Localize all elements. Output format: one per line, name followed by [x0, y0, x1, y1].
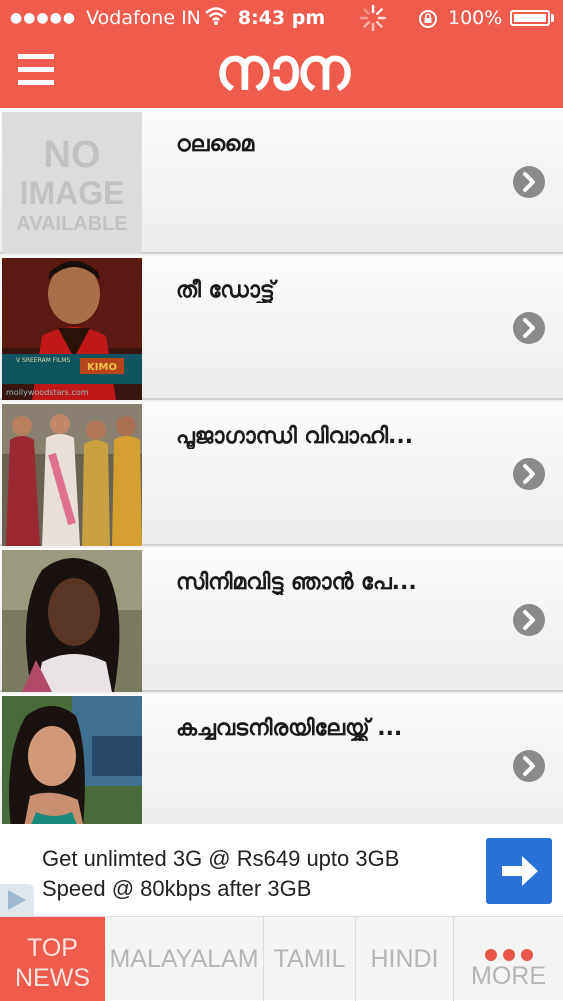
list-item[interactable]: NO IMAGE AVAILABLE ഠലമൈ	[0, 110, 563, 254]
activity-spinner-icon	[359, 4, 387, 32]
battery-tip	[551, 14, 554, 22]
actress-photo-thumbnail	[2, 696, 142, 824]
chevron-right-circle-icon[interactable]	[513, 604, 545, 636]
ad-line-1: Get unlimted 3G @ Rs649 upto 3GB	[42, 846, 400, 871]
no-image-text: NO	[44, 134, 101, 176]
list-item-title: സിനിമവിട്ടു ഞാൻ പേ...	[176, 570, 417, 595]
no-image-thumbnail: NO IMAGE AVAILABLE	[2, 112, 142, 254]
list-item-title: ഠലമൈ	[176, 132, 255, 157]
no-image-text: IMAGE	[20, 175, 125, 211]
tab-label: MALAYALAM	[109, 945, 259, 973]
thumbnail-caption: mollywoodstars.com	[6, 388, 89, 397]
list-item-title: പൂജാഗാന്ധി വിവാഹി...	[176, 424, 414, 449]
battery-icon	[510, 10, 550, 26]
tab-label: TAMIL	[273, 945, 346, 973]
bottom-tab-bar: TOP NEWS MALAYALAM TAMIL HINDI MORE	[0, 916, 563, 1001]
list-item[interactable]: സിനിമവിട്ടു ഞാൻ പേ...	[0, 548, 563, 692]
tab-malayalam[interactable]: MALAYALAM	[105, 917, 264, 1001]
actor-photo-thumbnail: V SREERAM FILMS KIMO mollywoodstars.com	[2, 258, 142, 400]
adchoices-icon[interactable]	[0, 884, 34, 916]
chevron-right-circle-icon[interactable]	[513, 750, 545, 782]
arrow-right-icon	[502, 856, 538, 886]
list-item[interactable]: പൂജാഗാന്ധി വിവാഹി...	[0, 402, 563, 546]
list-item[interactable]: V SREERAM FILMS KIMO mollywoodstars.com …	[0, 256, 563, 400]
group-photo-thumbnail	[2, 404, 142, 546]
status-bar: ●●●●● Vodafone IN 8:43 pm 100%	[0, 0, 563, 36]
no-image-text: AVAILABLE	[16, 213, 127, 235]
list-item-title: തീ ഡോട്ട്സ്	[176, 278, 275, 303]
tab-top-news[interactable]: TOP NEWS	[0, 917, 105, 1001]
tab-tamil[interactable]: TAMIL	[264, 917, 356, 1001]
chevron-right-circle-icon[interactable]	[513, 312, 545, 344]
ad-banner[interactable]: Get unlimted 3G @ Rs649 upto 3GB Speed @…	[0, 824, 563, 916]
ad-line-2: Speed @ 80kbps after 3GB	[42, 876, 312, 901]
news-list[interactable]: NO IMAGE AVAILABLE ഠലമൈ V SREERAM FILMS …	[0, 110, 563, 824]
app-logo: നാന	[215, 35, 350, 103]
ad-text: Get unlimted 3G @ Rs649 upto 3GB Speed @…	[42, 844, 472, 904]
battery-percentage: 100%	[448, 7, 503, 29]
ad-arrow-button[interactable]	[486, 838, 552, 904]
tab-label: MORE	[471, 962, 546, 990]
svg-text:V SREERAM FILMS: V SREERAM FILMS	[16, 357, 70, 364]
list-item[interactable]: കച്ചവടനിരയിലേയ്ക്ക് ...	[0, 694, 563, 824]
tab-label: NEWS	[15, 964, 90, 992]
svg-text:KIMO: KIMO	[87, 362, 117, 373]
tab-label: TOP	[27, 934, 78, 962]
list-item-title: കച്ചവടനിരയിലേയ്ക്ക് ...	[176, 716, 403, 741]
actress-portrait-thumbnail	[2, 550, 142, 692]
chevron-right-circle-icon[interactable]	[513, 166, 545, 198]
app-header: ●●●●● Vodafone IN 8:43 pm 100% നാന	[0, 0, 563, 108]
tab-hindi[interactable]: HINDI	[356, 917, 454, 1001]
rotation-lock-icon	[419, 10, 437, 28]
chevron-right-circle-icon[interactable]	[513, 458, 545, 490]
tab-more[interactable]: MORE	[454, 917, 563, 1001]
tab-label: HINDI	[370, 945, 439, 973]
